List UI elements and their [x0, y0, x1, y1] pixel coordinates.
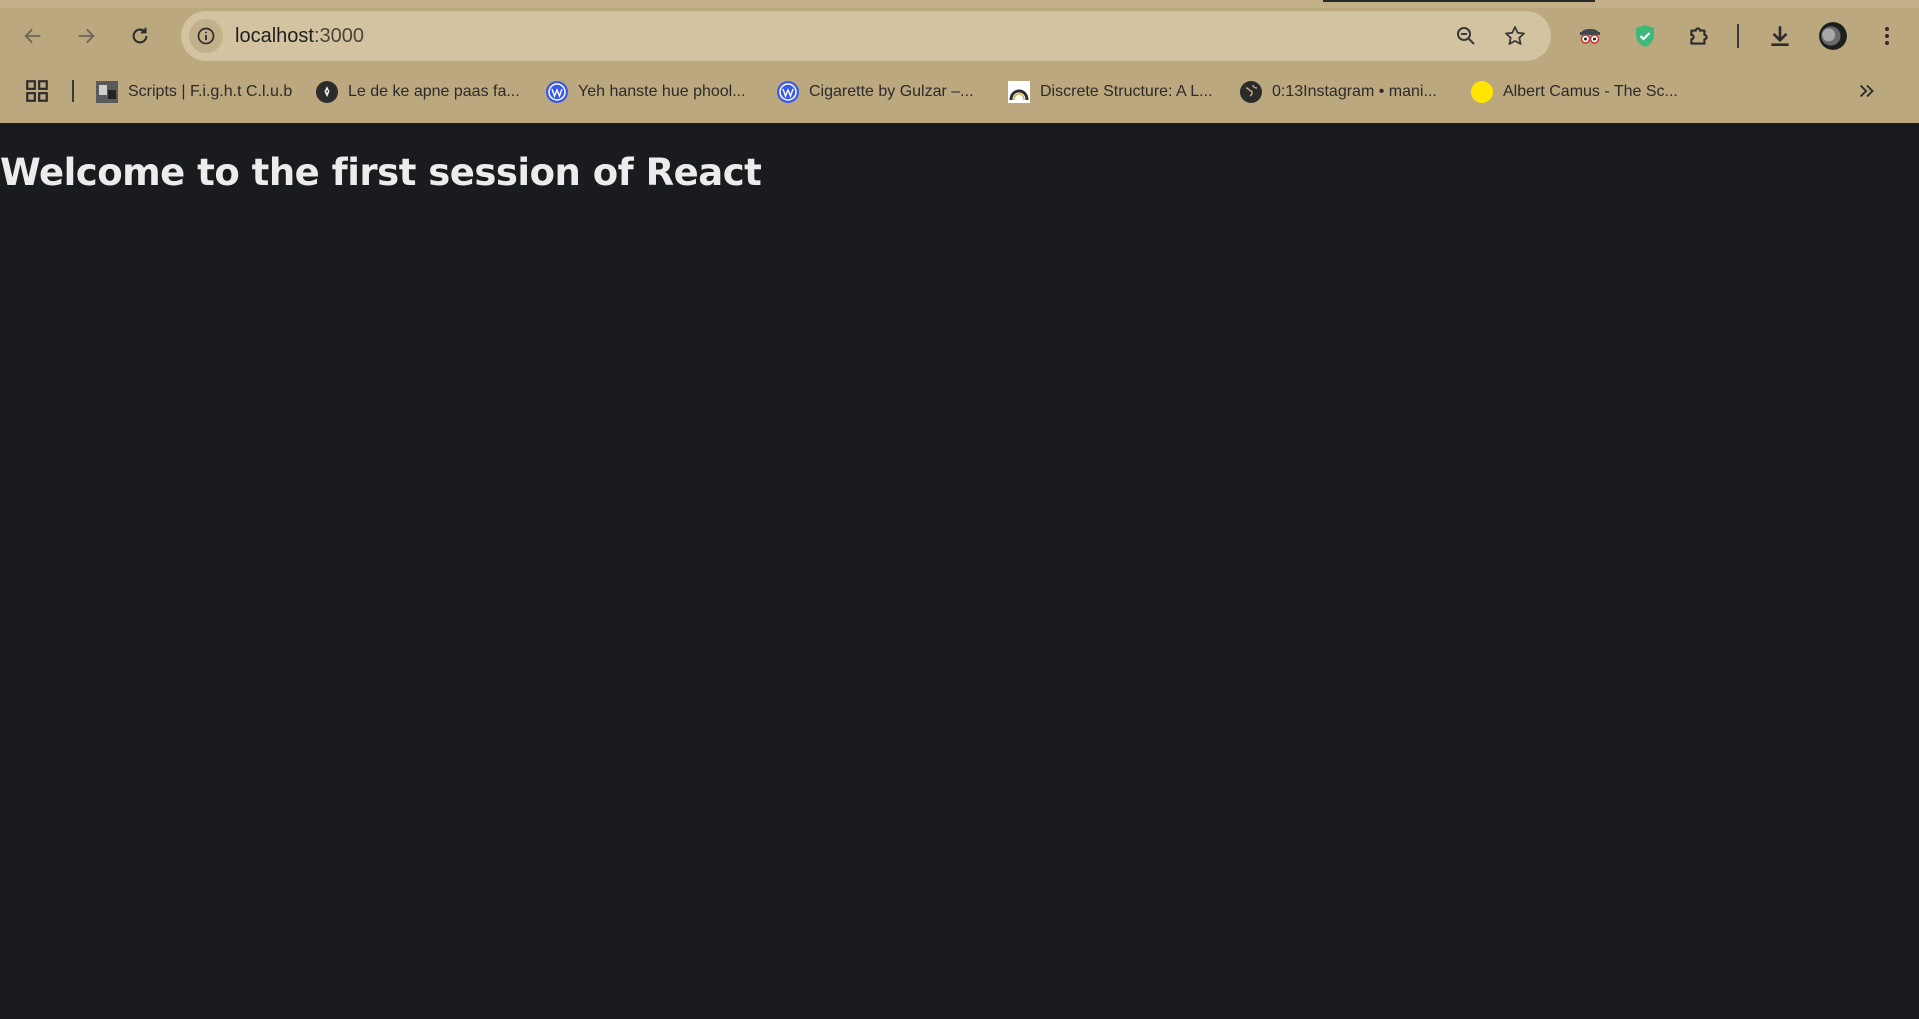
- bookmark-label: Discrete Structure: A L...: [1040, 83, 1213, 100]
- pen-nib-icon: [316, 81, 338, 103]
- puzzle-piece-icon: [1690, 27, 1708, 45]
- browser-toolbar: localhost:3000: [0, 10, 1919, 62]
- bookmark-label: Scripts | F.i.g.h.t C.l.u.b: [128, 83, 293, 100]
- movie-thumbnail-icon: [96, 81, 118, 103]
- address-text[interactable]: localhost:3000: [235, 11, 364, 61]
- tab-edge: [1323, 0, 1595, 2]
- reload-button[interactable]: [120, 16, 160, 56]
- toolbar-divider: [1737, 24, 1739, 48]
- bookmark-label: Yeh hanste hue phool...: [578, 83, 746, 100]
- address-bar[interactable]: localhost:3000: [181, 11, 1551, 61]
- reload-icon: [132, 27, 148, 44]
- bookmark-item[interactable]: Cigarette by Gulzar –...: [777, 76, 974, 108]
- bookmark-star-button[interactable]: [1500, 21, 1530, 51]
- extension-button[interactable]: [1628, 19, 1662, 53]
- avatar: [1819, 22, 1847, 50]
- downloads-button[interactable]: [1763, 19, 1797, 53]
- bookmark-item[interactable]: Scripts | F.i.g.h.t C.l.u.b: [96, 76, 292, 108]
- bookmark-label: Albert Camus - The Sc...: [1503, 83, 1678, 100]
- bookmark-item[interactable]: Albert Camus - The Sc...: [1471, 76, 1678, 108]
- apps-button[interactable]: [24, 78, 52, 106]
- zoom-out-icon: [1457, 27, 1475, 45]
- bookmark-label: Le de ke apne paas fa...: [348, 83, 520, 100]
- bookmark-label: Cigarette by Gulzar –...: [809, 83, 974, 100]
- arrow-left-icon: [24, 28, 41, 44]
- arch-icon: [1008, 81, 1030, 103]
- browser-chrome: localhost:3000 Scripts | F.i.g.h.t C.l.u…: [0, 0, 1919, 123]
- apps-grid-icon: [26, 80, 48, 102]
- browser-menu-button[interactable]: [1870, 19, 1904, 53]
- wordpress-icon: [777, 81, 799, 103]
- globe-icon: [1240, 81, 1262, 103]
- yellow-circle-icon: [1471, 81, 1493, 103]
- page-title: Welcome to the first session of React: [0, 151, 762, 194]
- forward-button[interactable]: [66, 16, 106, 56]
- site-info-button[interactable]: [189, 19, 223, 53]
- download-icon: [1771, 26, 1789, 46]
- info-icon: [197, 27, 215, 45]
- bookmark-item[interactable]: 0:13Instagram • mani...: [1240, 76, 1437, 108]
- bookmark-item[interactable]: Yeh hanste hue phool...: [546, 76, 746, 108]
- page-content: Welcome to the first session of React: [0, 123, 1919, 1019]
- bookmarks-divider: [72, 80, 74, 102]
- arrow-right-icon: [78, 28, 95, 44]
- more-vert-icon: [1885, 27, 1889, 45]
- spy-glasses-icon: [1580, 29, 1600, 44]
- url-host: localhost: [235, 25, 314, 47]
- shield-check-icon: [1636, 25, 1654, 47]
- bookmarks-overflow-button[interactable]: [1852, 76, 1882, 106]
- star-icon: [1505, 26, 1525, 45]
- tab-strip: [0, 0, 1919, 8]
- bookmark-item[interactable]: Le de ke apne paas fa...: [316, 76, 520, 108]
- double-chevron-right-icon: [1859, 84, 1874, 98]
- bookmarks-bar: Scripts | F.i.g.h.t C.l.u.b Le de ke apn…: [0, 72, 1919, 110]
- back-button[interactable]: [13, 16, 53, 56]
- profile-button[interactable]: [1816, 19, 1850, 53]
- bookmark-item[interactable]: Discrete Structure: A L...: [1008, 76, 1213, 108]
- url-port: :3000: [313, 25, 364, 47]
- zoom-button[interactable]: [1451, 21, 1481, 51]
- bookmark-label: 0:13Instagram • mani...: [1272, 83, 1437, 100]
- extension-button[interactable]: [1573, 19, 1607, 53]
- wordpress-icon: [546, 81, 568, 103]
- extensions-menu-button[interactable]: [1682, 19, 1716, 53]
